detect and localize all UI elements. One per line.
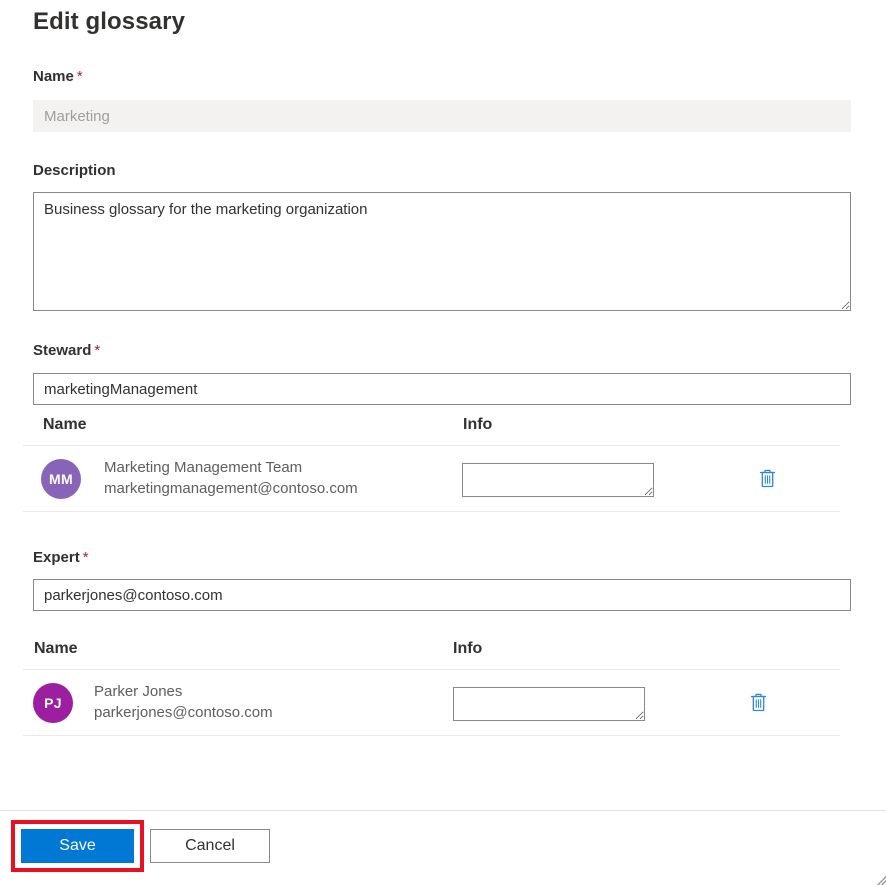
person-email: marketingmanagement@contoso.com [104, 479, 358, 500]
name-label: Name* [33, 68, 83, 85]
description-textarea[interactable] [33, 192, 851, 311]
table-row: MM Marketing Management Team marketingma… [23, 446, 840, 512]
person-identity: Parker Jones parkerjones@contoso.com [94, 682, 273, 723]
steward-delete-button[interactable] [751, 464, 783, 496]
footer-divider [0, 810, 886, 811]
steward-required-asterisk: * [94, 342, 100, 359]
expert-label-text: Expert [33, 549, 80, 566]
page-title: Edit glossary [33, 8, 185, 36]
trash-icon [758, 468, 777, 492]
steward-row-divider [23, 511, 840, 512]
expert-table-header: Name Info [23, 632, 840, 670]
steward-label: Steward* [33, 342, 100, 359]
steward-info-textarea[interactable] [462, 463, 654, 497]
table-row: PJ Parker Jones parkerjones@contoso.com [23, 670, 840, 736]
expert-row-divider [23, 735, 840, 736]
steward-col-name-header: Name [43, 416, 87, 434]
save-button[interactable]: Save [21, 829, 134, 863]
trash-icon [749, 692, 768, 716]
person-name: Marketing Management Team [104, 458, 358, 479]
expert-col-info-header: Info [453, 640, 482, 658]
avatar: MM [41, 459, 81, 499]
expert-info-textarea[interactable] [453, 687, 645, 721]
window-resize-handle[interactable] [877, 876, 886, 885]
steward-input[interactable] [33, 373, 851, 405]
expert-col-name-header: Name [34, 640, 78, 658]
description-label: Description [33, 162, 116, 179]
expert-delete-button[interactable] [742, 688, 774, 720]
expert-required-asterisk: * [83, 549, 89, 566]
expert-input[interactable] [33, 579, 851, 611]
expert-table: Name Info PJ Parker Jones parkerjones@co… [23, 632, 840, 736]
name-required-asterisk: * [77, 68, 83, 85]
name-label-text: Name [33, 68, 74, 85]
cancel-button[interactable]: Cancel [150, 829, 270, 863]
steward-table-header: Name Info [23, 408, 840, 446]
steward-table: Name Info MM Marketing Management Team m… [23, 408, 840, 512]
steward-label-text: Steward [33, 342, 91, 359]
expert-label: Expert* [33, 549, 89, 566]
person-identity: Marketing Management Team marketingmanag… [104, 458, 358, 499]
avatar: PJ [33, 683, 73, 723]
person-name: Parker Jones [94, 682, 273, 703]
person-email: parkerjones@contoso.com [94, 703, 273, 724]
steward-col-info-header: Info [463, 416, 492, 434]
description-label-text: Description [33, 162, 116, 179]
name-input[interactable] [33, 100, 851, 132]
edit-glossary-panel: Edit glossary Name* Description Steward*… [0, 0, 886, 885]
